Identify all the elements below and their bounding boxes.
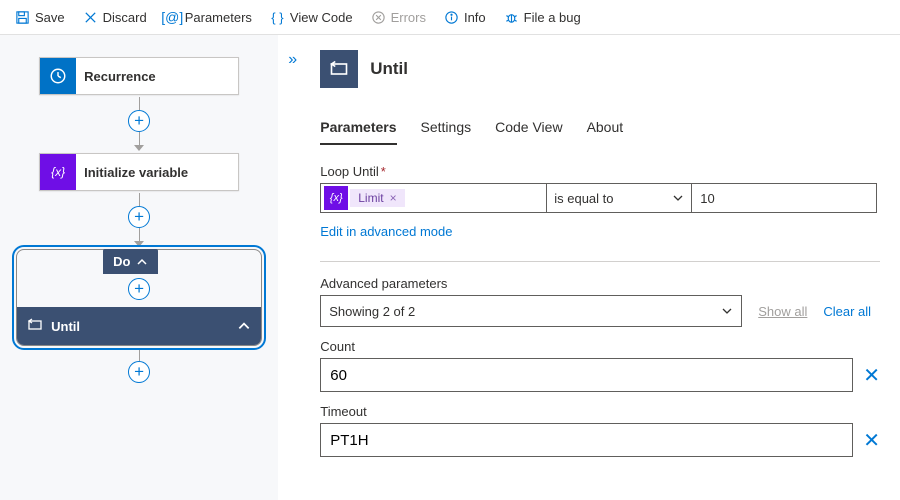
view-code-button[interactable]: { } View Code: [263, 5, 360, 30]
save-button[interactable]: Save: [8, 5, 72, 30]
edit-advanced-link[interactable]: Edit in advanced mode: [320, 224, 452, 239]
add-step-button[interactable]: +: [128, 361, 150, 383]
connector: +: [10, 97, 268, 151]
token-pill[interactable]: Limit ×: [350, 189, 404, 207]
info-button[interactable]: Info: [437, 5, 493, 30]
save-icon: [15, 10, 30, 25]
loop-until-label: Loop Until*: [320, 164, 880, 179]
braces-icon: { }: [270, 10, 285, 25]
file-bug-label: File a bug: [524, 10, 581, 25]
timeout-field: Timeout ✕: [320, 404, 880, 457]
adv-select-value: Showing 2 of 2: [329, 304, 415, 319]
tab-about[interactable]: About: [587, 119, 624, 145]
parameters-form: Loop Until* {x} Limit × is equal to 10: [320, 164, 880, 457]
parameters-button[interactable]: [@] Parameters: [158, 5, 259, 30]
file-bug-button[interactable]: File a bug: [497, 5, 588, 30]
recurrence-node[interactable]: Recurrence: [39, 57, 239, 95]
arrow-down-icon: [134, 145, 144, 151]
tab-settings[interactable]: Settings: [421, 119, 472, 145]
main: Recurrence + {x} Initialize variable + D…: [0, 35, 900, 500]
loop-icon: [27, 317, 43, 336]
discard-label: Discard: [103, 10, 147, 25]
count-input[interactable]: [320, 358, 853, 392]
save-label: Save: [35, 10, 65, 25]
chevron-down-icon: [672, 192, 684, 204]
parameters-icon: [@]: [165, 10, 180, 25]
expand-panel-button[interactable]: »: [288, 51, 297, 69]
until-loop-node[interactable]: Do + Until: [16, 249, 262, 346]
panel-title: Until: [370, 59, 408, 79]
errors-label: Errors: [391, 10, 426, 25]
operator-value: is equal to: [554, 191, 613, 206]
clear-count-button[interactable]: ✕: [863, 363, 880, 388]
operator-select[interactable]: is equal to: [547, 183, 692, 213]
count-field: Count ✕: [320, 339, 880, 392]
view-code-label: View Code: [290, 10, 353, 25]
add-step-button[interactable]: +: [128, 278, 150, 300]
until-bar[interactable]: Until: [17, 307, 261, 345]
workflow-canvas[interactable]: Recurrence + {x} Initialize variable + D…: [0, 35, 278, 500]
compare-value-input[interactable]: 10: [692, 183, 877, 213]
until-label: Until: [51, 319, 80, 334]
connector: +: [10, 193, 268, 247]
timeout-label: Timeout: [320, 404, 880, 419]
adv-params-label: Advanced parameters: [320, 276, 880, 291]
count-label: Count: [320, 339, 880, 354]
token-name: Limit: [358, 191, 383, 205]
connector: +: [10, 348, 268, 383]
add-step-button[interactable]: +: [128, 110, 150, 132]
clock-icon: [40, 58, 76, 94]
recurrence-title: Recurrence: [76, 69, 156, 84]
tab-code-view[interactable]: Code View: [495, 119, 562, 145]
info-icon: [444, 10, 459, 25]
clear-all-link[interactable]: Clear all: [823, 304, 871, 319]
chevron-up-icon: [237, 319, 251, 333]
info-label: Info: [464, 10, 486, 25]
loop-icon: [320, 50, 358, 88]
panel-header: Until: [320, 47, 880, 91]
adv-params-select[interactable]: Showing 2 of 2: [320, 295, 742, 327]
compare-value: 10: [700, 191, 714, 206]
discard-icon: [83, 10, 98, 25]
errors-button[interactable]: Errors: [364, 5, 433, 30]
required-mark: *: [381, 164, 386, 179]
expression-input[interactable]: {x} Limit ×: [320, 183, 547, 213]
adv-params-row: Showing 2 of 2 Show all Clear all: [320, 295, 880, 327]
variable-icon: {x}: [324, 186, 348, 210]
chevron-down-icon: [721, 305, 733, 317]
do-tab[interactable]: Do: [103, 249, 158, 274]
arrow-down-icon: [134, 241, 144, 247]
show-all-link[interactable]: Show all: [758, 304, 807, 319]
add-step-button[interactable]: +: [128, 206, 150, 228]
remove-token-button[interactable]: ×: [390, 191, 397, 205]
chevron-up-icon: [136, 256, 148, 268]
divider: [320, 261, 880, 262]
bug-icon: [504, 10, 519, 25]
parameters-label: Parameters: [185, 10, 252, 25]
timeout-input[interactable]: [320, 423, 853, 457]
init-var-title: Initialize variable: [76, 165, 188, 180]
panel-tabs: Parameters Settings Code View About: [320, 119, 880, 146]
initialize-variable-node[interactable]: {x} Initialize variable: [39, 153, 239, 191]
variable-icon: {x}: [40, 154, 76, 190]
error-icon: [371, 10, 386, 25]
tab-parameters[interactable]: Parameters: [320, 119, 396, 145]
clear-timeout-button[interactable]: ✕: [863, 428, 880, 453]
do-label: Do: [113, 254, 130, 269]
discard-button[interactable]: Discard: [76, 5, 154, 30]
loop-until-row: {x} Limit × is equal to 10: [320, 183, 880, 213]
toolbar: Save Discard [@] Parameters { } View Cod…: [0, 0, 900, 35]
details-panel: » Until Parameters Settings Code View Ab…: [278, 35, 900, 500]
